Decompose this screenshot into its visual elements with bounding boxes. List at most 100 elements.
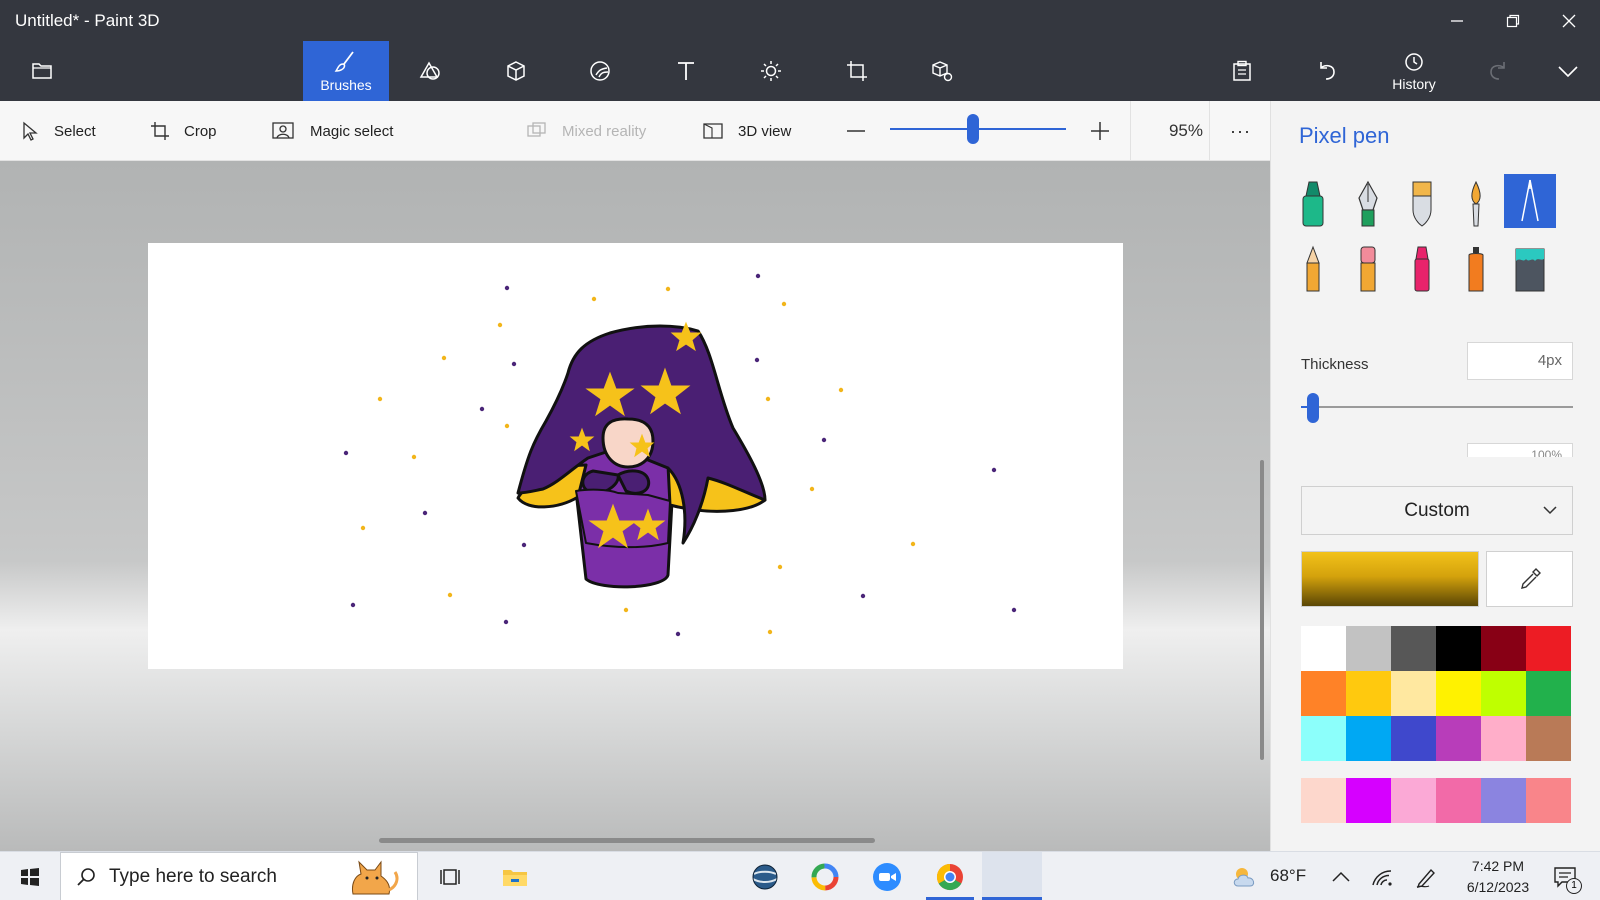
- color-swatch[interactable]: [1436, 626, 1481, 671]
- custom-color-swatch[interactable]: [1481, 778, 1526, 823]
- thickness-slider-thumb[interactable]: [1307, 393, 1319, 423]
- tab-text[interactable]: [654, 41, 718, 101]
- spray-can-brush[interactable]: [1450, 241, 1502, 297]
- drawing-canvas[interactable]: [148, 243, 1123, 669]
- 3d-library-icon: [932, 61, 953, 82]
- custom-color-swatch[interactable]: [1436, 778, 1481, 823]
- color-swatch[interactable]: [1301, 671, 1346, 716]
- zoom-percent[interactable]: 95%: [1130, 101, 1210, 161]
- paint3d-taskbar-button[interactable]: [982, 852, 1042, 900]
- show-hidden-icons-button[interactable]: [1326, 852, 1356, 900]
- restore-button[interactable]: [1493, 6, 1533, 36]
- color-swatch[interactable]: [1526, 716, 1571, 761]
- crayon-brush[interactable]: [1396, 241, 1448, 297]
- history-button[interactable]: History: [1380, 41, 1448, 101]
- more-options-button[interactable]: ···: [1230, 101, 1251, 161]
- pencil-icon: [1306, 245, 1320, 292]
- magic-select-button[interactable]: Magic select: [272, 101, 393, 161]
- zoom-slider-thumb[interactable]: [967, 114, 979, 144]
- chevron-up-icon: [1332, 871, 1350, 882]
- app-circle-button[interactable]: [800, 852, 850, 900]
- 3d-view-button[interactable]: 3D view: [702, 101, 791, 161]
- zoom-in-button[interactable]: [1090, 101, 1110, 161]
- notifications-button[interactable]: 1: [1546, 852, 1586, 900]
- custom-color-swatch[interactable]: [1346, 778, 1391, 823]
- eraser-brush[interactable]: [1342, 241, 1394, 297]
- expand-toolbar-button[interactable]: [1536, 41, 1600, 101]
- color-swatch[interactable]: [1526, 671, 1571, 716]
- task-view-button[interactable]: [428, 852, 472, 900]
- tab-2d-shapes[interactable]: [399, 41, 463, 101]
- chrome-button[interactable]: [924, 852, 976, 900]
- minimize-icon: [1451, 20, 1463, 22]
- fill-bucket-brush[interactable]: [1504, 241, 1556, 297]
- close-button[interactable]: [1549, 6, 1589, 36]
- undo-button[interactable]: [1295, 41, 1359, 101]
- color-swatch[interactable]: [1301, 716, 1346, 761]
- pen-workspace-button[interactable]: [1410, 852, 1442, 900]
- tab-3d-library[interactable]: [910, 41, 974, 101]
- pen-icon: [1416, 868, 1435, 888]
- tab-stickers[interactable]: [568, 41, 632, 101]
- color-swatch[interactable]: [1481, 626, 1526, 671]
- redo-button[interactable]: [1466, 41, 1530, 101]
- 3d-view-label: 3D view: [738, 122, 792, 140]
- pencil-brush[interactable]: [1287, 241, 1339, 297]
- thickness-slider-track[interactable]: [1307, 406, 1573, 408]
- menu-button[interactable]: [10, 41, 74, 101]
- color-mode-dropdown[interactable]: Custom: [1301, 486, 1573, 535]
- color-swatch[interactable]: [1526, 626, 1571, 671]
- minimize-button[interactable]: [1437, 6, 1477, 36]
- calligraphy-pen-brush[interactable]: [1342, 176, 1394, 232]
- tab-canvas[interactable]: [825, 41, 889, 101]
- pixel-pen-brush[interactable]: [1504, 174, 1556, 228]
- horizontal-scrollbar[interactable]: [379, 838, 875, 843]
- eyedropper-button[interactable]: [1486, 551, 1573, 607]
- eyedropper-icon: [1520, 568, 1541, 589]
- search-box[interactable]: Type here to search: [60, 852, 418, 900]
- vertical-scrollbar[interactable]: [1260, 460, 1264, 760]
- current-color-preview[interactable]: [1301, 551, 1479, 607]
- marker-icon: [1302, 181, 1324, 227]
- file-explorer-button[interactable]: [490, 852, 540, 900]
- marker-brush[interactable]: [1287, 176, 1339, 232]
- thickness-input[interactable]: 4px: [1467, 342, 1573, 380]
- custom-color-swatch[interactable]: [1301, 778, 1346, 823]
- select-button[interactable]: Select: [20, 101, 96, 161]
- color-swatch[interactable]: [1346, 626, 1391, 671]
- color-swatch[interactable]: [1346, 671, 1391, 716]
- start-button[interactable]: [5, 852, 55, 900]
- opacity-input[interactable]: 100%: [1467, 443, 1573, 457]
- tab-effects[interactable]: [739, 41, 803, 101]
- sub-toolbar: Select Crop Magic select Mixed reality 3…: [0, 101, 1270, 161]
- color-swatch[interactable]: [1481, 671, 1526, 716]
- custom-color-swatch[interactable]: [1526, 778, 1571, 823]
- history-icon: [1405, 52, 1423, 71]
- crop-button[interactable]: Crop: [150, 101, 217, 161]
- tab-3d-shapes[interactable]: [484, 41, 548, 101]
- magic-select-label: Magic select: [310, 122, 394, 140]
- time-text: 7:42 PM: [1471, 858, 1525, 874]
- app-globe-button[interactable]: [740, 852, 790, 900]
- network-button[interactable]: [1366, 852, 1398, 900]
- color-swatch[interactable]: [1346, 716, 1391, 761]
- color-swatch[interactable]: [1391, 671, 1436, 716]
- eraser-icon: [1360, 246, 1376, 292]
- color-swatch[interactable]: [1436, 716, 1481, 761]
- color-swatch[interactable]: [1481, 716, 1526, 761]
- custom-color-swatch[interactable]: [1391, 778, 1436, 823]
- color-swatch[interactable]: [1391, 626, 1436, 671]
- zoom-out-button[interactable]: [846, 101, 866, 161]
- pixel-pen-icon: [1521, 179, 1539, 222]
- watercolor-brush[interactable]: [1450, 176, 1502, 232]
- color-swatch[interactable]: [1391, 716, 1436, 761]
- color-swatch[interactable]: [1301, 626, 1346, 671]
- mixed-reality-button[interactable]: Mixed reality: [526, 101, 646, 161]
- oil-brush[interactable]: [1396, 176, 1448, 232]
- weather-button[interactable]: [1228, 852, 1264, 900]
- clock[interactable]: 7:42 PM 6/12/2023: [1458, 856, 1538, 898]
- color-swatch[interactable]: [1436, 671, 1481, 716]
- paste-button[interactable]: [1210, 41, 1274, 101]
- zoom-app-button[interactable]: [862, 852, 912, 900]
- tab-brushes[interactable]: Brushes: [303, 41, 389, 101]
